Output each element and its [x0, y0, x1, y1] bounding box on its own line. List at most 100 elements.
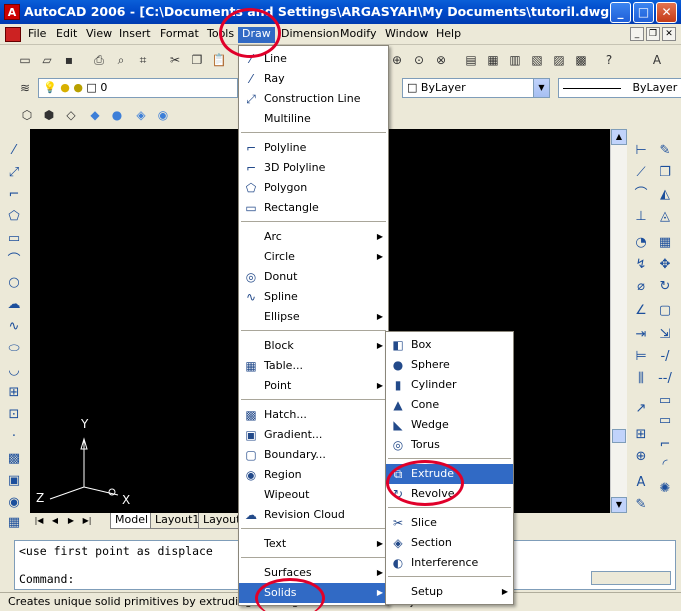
cube-wire-icon[interactable]: ◇: [62, 106, 80, 124]
last-tab-icon[interactable]: ▶|: [80, 514, 94, 528]
close-button[interactable]: ✕: [656, 2, 677, 23]
menu-item-arc[interactable]: Arc ▶: [239, 227, 388, 247]
menu-item-revolve[interactable]: ↻ Revolve: [386, 484, 513, 504]
new-icon[interactable]: ▭: [16, 51, 34, 69]
vertical-scrollbar[interactable]: ▲ ▼: [610, 129, 627, 513]
menu-insert[interactable]: Insert: [115, 27, 155, 43]
3d-view-icon[interactable]: ⬡: [18, 106, 36, 124]
revcloud-tool-icon[interactable]: ☁: [5, 296, 23, 314]
extend-icon[interactable]: --/: [656, 370, 674, 388]
line-tool-icon[interactable]: ⁄: [5, 142, 23, 160]
command-hscroll[interactable]: [591, 571, 671, 585]
menu-dimension[interactable]: Dimension: [277, 27, 343, 43]
linetype-combo[interactable]: ByLayer: [558, 78, 681, 98]
zoom-previous-icon[interactable]: ⊗: [432, 51, 450, 69]
prev-tab-icon[interactable]: ◀: [48, 514, 62, 528]
polygon-tool-icon[interactable]: ⬠: [5, 208, 23, 226]
menu-modify[interactable]: Modify: [336, 27, 380, 43]
scroll-down-icon[interactable]: ▼: [611, 497, 627, 513]
dim-jogged-icon[interactable]: ↯: [632, 256, 650, 274]
text-style-icon[interactable]: A: [648, 51, 666, 69]
menu-item-line[interactable]: ⁄ Line: [239, 49, 388, 69]
menu-item-region[interactable]: ◉ Region: [239, 465, 388, 485]
design-center-icon[interactable]: ▦: [484, 51, 502, 69]
trim-icon[interactable]: -/: [656, 348, 674, 366]
menu-item-extrude[interactable]: ⧉ Extrude: [386, 464, 513, 484]
next-tab-icon[interactable]: ▶: [64, 514, 78, 528]
explode-icon[interactable]: ✺: [656, 480, 674, 498]
menu-item-wedge[interactable]: ◣ Wedge: [386, 415, 513, 435]
open-icon[interactable]: ▱: [38, 51, 56, 69]
point-tool-icon[interactable]: ·: [5, 428, 23, 446]
ellipse-arc-tool-icon[interactable]: ◡: [5, 362, 23, 380]
cube-solid-icon[interactable]: ◆: [86, 106, 104, 124]
zoom-window-icon[interactable]: ⊙: [410, 51, 428, 69]
dim-aligned-icon[interactable]: ⟋: [632, 164, 650, 182]
dim-continue-icon[interactable]: ⫼: [632, 370, 650, 388]
rotate-icon[interactable]: ↻: [656, 278, 674, 296]
paste-icon[interactable]: 📋: [210, 51, 228, 69]
help-icon[interactable]: ?: [600, 51, 618, 69]
menu-item-boundary[interactable]: ▢ Boundary...: [239, 445, 388, 465]
scale-icon[interactable]: ▢: [656, 302, 674, 320]
menu-item-slice[interactable]: ✂ Slice: [386, 513, 513, 533]
mirror-icon[interactable]: ◭: [656, 186, 674, 204]
menu-item-sphere[interactable]: ● Sphere: [386, 355, 513, 375]
offset-icon[interactable]: ◬: [656, 208, 674, 226]
insert-block-icon[interactable]: ⊞: [5, 384, 23, 402]
first-tab-icon[interactable]: |◀: [32, 514, 46, 528]
shade-icon[interactable]: ◉: [154, 106, 172, 124]
scroll-thumb[interactable]: [612, 429, 626, 443]
minimize-button[interactable]: _: [610, 2, 631, 23]
menu-window[interactable]: Window: [381, 27, 432, 43]
plot-icon[interactable]: ⎙: [90, 51, 108, 69]
menu-item-cone[interactable]: ▲ Cone: [386, 395, 513, 415]
dim-ordinate-icon[interactable]: ⊥: [632, 208, 650, 226]
rectangle-tool-icon[interactable]: ▭: [5, 230, 23, 248]
dim-text-edit-icon[interactable]: ✎: [632, 496, 650, 514]
markup-icon[interactable]: ▨: [550, 51, 568, 69]
stretch-icon[interactable]: ⇲: [656, 326, 674, 344]
move-icon[interactable]: ✥: [656, 256, 674, 274]
calculator-icon[interactable]: ▩: [572, 51, 590, 69]
doc-close-button[interactable]: ✕: [662, 27, 676, 41]
menu-item-polyline[interactable]: ⌐ Polyline: [239, 138, 388, 158]
menu-item-hatch[interactable]: ▩ Hatch...: [239, 405, 388, 425]
document-icon[interactable]: [5, 27, 21, 42]
arc-tool-icon[interactable]: ⌒: [5, 252, 23, 270]
array-icon[interactable]: ▦: [656, 234, 674, 252]
menu-item-surfaces[interactable]: Surfaces ▶: [239, 563, 388, 583]
copy-object-icon[interactable]: ❐: [656, 164, 674, 182]
dim-edit-icon[interactable]: A: [632, 474, 650, 492]
autocad-app-icon[interactable]: A: [4, 4, 20, 20]
menu-item-circle[interactable]: Circle ▶: [239, 247, 388, 267]
menu-tools[interactable]: Tools: [203, 27, 238, 43]
quick-dim-icon[interactable]: ⇥: [632, 326, 650, 344]
menu-item-construction-line[interactable]: ⤢ Construction Line: [239, 89, 388, 109]
copy-icon[interactable]: ❐: [188, 51, 206, 69]
qleader-icon[interactable]: ↗: [632, 400, 650, 418]
chamfer-icon[interactable]: ⌐: [656, 436, 674, 454]
menu-help[interactable]: Help: [432, 27, 465, 43]
menu-item-rectangle[interactable]: ▭ Rectangle: [239, 198, 388, 218]
region-tool-icon[interactable]: ◉: [5, 494, 23, 512]
join-icon[interactable]: ▭: [656, 412, 674, 430]
maximize-button[interactable]: □: [633, 2, 654, 23]
menu-item-3d-polyline[interactable]: ⌐ 3D Polyline: [239, 158, 388, 178]
menu-item-text[interactable]: Text ▶: [239, 534, 388, 554]
plot-preview-icon[interactable]: ⌕: [112, 51, 130, 69]
layer-combo[interactable]: 💡 ● ● □ 0: [38, 78, 238, 98]
tool-palettes-icon[interactable]: ▥: [506, 51, 524, 69]
tab-layout1[interactable]: Layout1: [150, 513, 205, 529]
menu-item-gradient[interactable]: ▣ Gradient...: [239, 425, 388, 445]
menu-edit[interactable]: Edit: [52, 27, 81, 43]
menu-format[interactable]: Format: [156, 27, 203, 43]
menu-item-multiline[interactable]: Multiline: [239, 109, 388, 129]
menu-item-section[interactable]: ◈ Section: [386, 533, 513, 553]
menu-item-torus[interactable]: ◎ Torus: [386, 435, 513, 455]
save-icon[interactable]: ▪: [60, 51, 78, 69]
erase-icon[interactable]: ✎: [656, 142, 674, 160]
dim-angular-icon[interactable]: ∠: [632, 302, 650, 320]
menu-item-setup[interactable]: Setup ▶: [386, 582, 513, 602]
dim-linear-icon[interactable]: ⊢: [632, 142, 650, 160]
